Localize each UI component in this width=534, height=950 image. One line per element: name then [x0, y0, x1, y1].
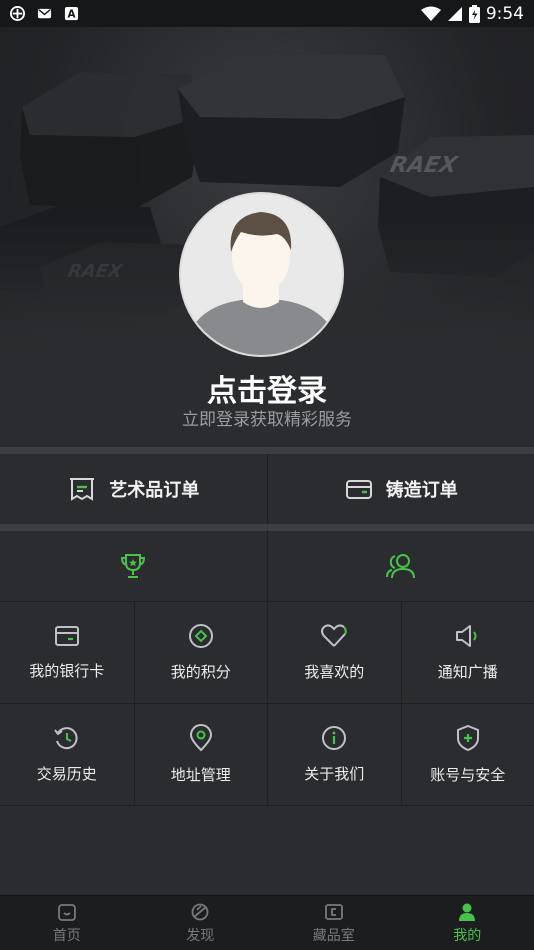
heart-icon	[321, 624, 348, 647]
receipt-icon	[70, 478, 95, 501]
feature-grid: 我的银行卡 我的积分 我喜欢的 通知广播 交易历史 地址管理 关于我们 账号与安…	[0, 530, 534, 806]
tab-collection[interactable]: 藏品室	[267, 896, 401, 950]
svg-text:A: A	[68, 9, 76, 21]
favorites-label: 我喜欢的	[304, 663, 365, 681]
mint-orders-label: 铸造订单	[385, 480, 458, 501]
points-button[interactable]: 我的积分	[133, 602, 268, 703]
profile-icon	[459, 903, 476, 921]
bank-card-label: 我的银行卡	[29, 662, 105, 680]
text-app-icon: A	[64, 6, 79, 21]
about-us-label: 关于我们	[304, 765, 365, 783]
achievements-button[interactable]	[0, 530, 267, 601]
art-orders-label: 艺术品订单	[109, 480, 200, 501]
points-label: 我的积分	[170, 663, 231, 681]
box-icon	[345, 480, 372, 499]
signal-icon	[447, 6, 462, 21]
mint-orders-button[interactable]: 铸造订单	[266, 454, 534, 524]
avatar[interactable]	[179, 192, 344, 357]
address-management-label: 地址管理	[170, 766, 231, 784]
login-title[interactable]: 点击登录	[0, 366, 534, 410]
location-pin-icon	[189, 724, 212, 752]
friends-button[interactable]	[266, 530, 534, 601]
status-bar: A 9:54	[0, 0, 534, 27]
order-row: 艺术品订单 铸造订单	[0, 454, 534, 524]
discover-icon	[191, 903, 209, 920]
login-subtitle: 立即登录获取精彩服务	[182, 410, 352, 430]
battery-icon	[468, 4, 480, 23]
address-management-button[interactable]: 地址管理	[133, 704, 268, 805]
tab-profile[interactable]: 我的	[401, 896, 534, 950]
status-time: 9:54	[485, 3, 524, 24]
trophy-icon	[121, 553, 146, 578]
tab-home-label: 首页	[52, 927, 81, 944]
profile-hero: RAEX RAEX 点击登录 立即登录获取精彩服务	[0, 27, 534, 447]
tab-discover[interactable]: 发现	[134, 896, 268, 950]
notifications-label: 通知广播	[437, 663, 498, 681]
tab-discover-label: 发现	[186, 927, 215, 944]
speaker-icon	[455, 625, 477, 647]
bank-card-button[interactable]: 我的银行卡	[0, 602, 134, 703]
collection-icon	[324, 903, 343, 920]
points-icon	[188, 624, 213, 648]
default-user-avatar-icon	[181, 194, 342, 355]
account-security-button[interactable]: 账号与安全	[400, 704, 534, 805]
about-us-button[interactable]: 关于我们	[267, 704, 401, 805]
art-orders-button[interactable]: 艺术品订单	[0, 454, 267, 524]
account-security-label: 账号与安全	[430, 766, 506, 784]
tab-profile-label: 我的	[453, 927, 482, 944]
mail-icon	[37, 8, 52, 19]
history-icon	[53, 727, 78, 750]
tab-home[interactable]: 首页	[0, 896, 134, 950]
bottom-tab-bar: 首页 发现 藏品室 我的	[0, 895, 534, 950]
shield-icon	[456, 724, 479, 752]
notification-app-icon	[10, 6, 25, 21]
wifi-icon	[420, 6, 441, 21]
brand-watermark-large: RAEX	[388, 152, 461, 178]
info-icon	[322, 726, 347, 750]
trade-history-button[interactable]: 交易历史	[0, 704, 134, 805]
trade-history-label: 交易历史	[36, 765, 97, 783]
home-icon	[57, 903, 76, 921]
bank-card-icon	[54, 626, 79, 646]
notifications-button[interactable]: 通知广播	[400, 602, 534, 703]
tab-collection-label: 藏品室	[312, 927, 355, 944]
favorites-button[interactable]: 我喜欢的	[267, 602, 401, 703]
users-icon	[385, 553, 415, 578]
section-divider	[0, 447, 534, 454]
